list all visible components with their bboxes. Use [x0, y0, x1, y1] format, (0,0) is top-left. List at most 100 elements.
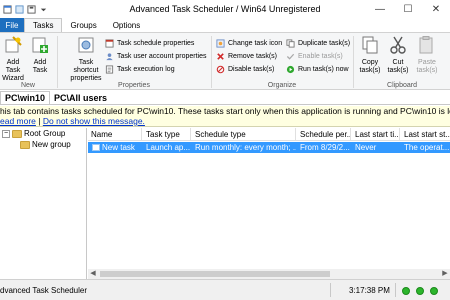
tab-groups[interactable]: Groups — [62, 18, 104, 32]
window-controls: — ☐ ✕ — [366, 0, 450, 18]
scroll-left-icon[interactable]: ◀ — [88, 269, 98, 279]
scissors-icon — [390, 36, 406, 54]
add-task-button[interactable]: Add Task — [27, 35, 53, 75]
cell-schedule-type: Run monthly: every month; ... — [195, 143, 296, 152]
change-task-icon-button[interactable]: Change task icon — [216, 39, 282, 48]
copy-tasks-button[interactable]: Copy task(s) — [356, 35, 384, 75]
copy-tasks-label: Copy task(s) — [359, 59, 381, 74]
scroll-right-icon[interactable]: ▶ — [440, 269, 450, 279]
scrollbar-thumb[interactable] — [100, 271, 330, 277]
ribbon-tabs: File Tasks Groups Options — [0, 18, 450, 32]
enable-icon — [286, 53, 295, 60]
column-header-schedule-period[interactable]: Schedule per... — [297, 128, 351, 141]
remove-icon — [217, 53, 224, 60]
enable-tasks-label: Enable task(s) — [298, 53, 343, 60]
remove-tasks-label: Remove task(s) — [228, 53, 278, 60]
folder-icon — [20, 140, 30, 149]
add-task-icon — [32, 37, 48, 53]
tab-options[interactable]: Options — [105, 18, 149, 32]
duplicate-tasks-button[interactable]: Duplicate task(s) — [286, 39, 350, 48]
ribbon-group-properties: Task shortcut properties Task schedule p… — [58, 33, 210, 90]
status-ok-icon — [430, 287, 438, 295]
ribbon: Add Task Wizard Add Task New Task shortc… — [0, 32, 450, 90]
tree-node-new-group[interactable]: New group — [20, 140, 71, 149]
horizontal-scrollbar[interactable]: ◀ ▶ — [88, 269, 450, 279]
status-separator — [395, 283, 396, 297]
cell-last-start-status: The operat... — [404, 143, 450, 152]
task-shortcut-properties-button[interactable]: Task shortcut properties — [66, 35, 106, 83]
tab-pc-win10[interactable]: PC\win10 — [0, 91, 51, 104]
group-tree: − Root Group New group — [0, 128, 87, 279]
add-task-wizard-label: Add Task Wizard — [2, 59, 24, 82]
table-row[interactable]: New task Launch ap... Run monthly: every… — [88, 142, 450, 153]
disable-tasks-button[interactable]: Disable task(s) — [216, 65, 274, 74]
tab-tasks[interactable]: Tasks — [24, 18, 63, 32]
task-execution-log-button[interactable]: Task execution log — [105, 65, 175, 74]
cell-schedule-period: From 8/29/2... — [300, 143, 350, 152]
paste-icon — [419, 36, 433, 54]
status-app-name: dvanced Task Scheduler — [0, 286, 88, 295]
collapse-icon[interactable]: − — [2, 129, 10, 138]
duplicate-tasks-label: Duplicate task(s) — [298, 40, 351, 47]
ribbon-group-clipboard-label: Clipboard — [387, 82, 417, 89]
info-message-links: ead more | Do not show this message. — [0, 116, 450, 126]
tab-pc-all-users[interactable]: PC\All users — [50, 91, 111, 104]
run-tasks-now-label: Run task(s) now — [298, 66, 349, 73]
column-header-schedule-type[interactable]: Schedule type — [192, 128, 296, 141]
maximize-icon[interactable]: ☐ — [394, 0, 422, 18]
title-bar: Advanced Task Scheduler / Win64 Unregist… — [0, 0, 450, 18]
add-task-wizard-button[interactable]: Add Task Wizard — [0, 35, 26, 83]
status-time: 3:17:38 PM — [349, 286, 390, 295]
enable-tasks-button[interactable]: Enable task(s) — [286, 52, 343, 61]
shortcut-properties-icon — [78, 37, 94, 53]
column-header-task-type[interactable]: Task type — [143, 128, 191, 141]
ribbon-group-new-label: New — [20, 82, 35, 89]
task-schedule-properties-label: Task schedule properties — [117, 40, 195, 47]
ribbon-group-organize-label: Organize — [267, 82, 297, 89]
paste-tasks-label: Paste task(s) — [416, 59, 438, 74]
remove-tasks-button[interactable]: Remove task(s) — [216, 52, 277, 61]
calendar-icon — [105, 39, 114, 48]
user-icon — [106, 53, 113, 61]
do-not-show-link[interactable]: Do not show this message. — [43, 116, 145, 126]
wizard-icon — [5, 36, 22, 53]
copy-icon — [362, 36, 378, 54]
change-task-icon-label: Change task icon — [228, 40, 283, 47]
task-table: Name Task type Schedule type Schedule pe… — [88, 128, 450, 279]
disable-icon — [216, 65, 225, 74]
info-message-text: his tab contains tasks scheduled for PC\… — [0, 106, 450, 116]
status-ok-icon — [416, 287, 424, 295]
task-execution-log-label: Task execution log — [117, 66, 175, 73]
ribbon-group-clipboard: Copy task(s) Cut task(s) Paste task(s) C… — [354, 33, 450, 90]
task-user-account-properties-button[interactable]: Task user account properties — [105, 52, 207, 61]
column-header-name[interactable]: Name — [88, 128, 142, 141]
tree-node-label: Root Group — [24, 129, 66, 138]
task-shortcut-properties-label: Task shortcut properties — [70, 59, 102, 82]
paste-tasks-button[interactable]: Paste task(s) — [412, 35, 442, 75]
ribbon-group-new: Add Task Wizard Add Task New — [0, 33, 56, 90]
status-separator — [330, 283, 331, 297]
tree-node-label: New group — [32, 140, 71, 149]
tab-file[interactable]: File — [0, 18, 24, 32]
status-bar: dvanced Task Scheduler 3:17:38 PM — [0, 279, 450, 300]
add-task-label: Add Task — [32, 59, 48, 74]
run-icon — [286, 65, 295, 74]
minimize-icon[interactable]: — — [366, 0, 394, 18]
folder-icon — [12, 129, 22, 138]
run-tasks-now-button[interactable]: Run task(s) now — [286, 65, 349, 74]
task-schedule-properties-button[interactable]: Task schedule properties — [105, 39, 194, 48]
tree-node-root-group[interactable]: − Root Group — [2, 129, 65, 138]
ribbon-group-properties-label: Properties — [118, 82, 150, 89]
log-icon — [105, 65, 114, 74]
status-ok-icon — [402, 287, 410, 295]
close-icon[interactable]: ✕ — [422, 0, 450, 18]
cell-task-type: Launch ap... — [146, 143, 191, 152]
column-header-last-start-status[interactable]: Last start st... — [401, 128, 450, 141]
cut-tasks-label: Cut task(s) — [387, 59, 409, 74]
info-message-bar: his tab contains tasks scheduled for PC\… — [0, 106, 450, 127]
read-more-link[interactable]: ead more — [0, 116, 36, 126]
cut-tasks-button[interactable]: Cut task(s) — [385, 35, 411, 75]
link-separator: | — [35, 116, 43, 126]
change-icon-icon — [216, 39, 225, 48]
column-header-last-start-time[interactable]: Last start ti... — [352, 128, 400, 141]
